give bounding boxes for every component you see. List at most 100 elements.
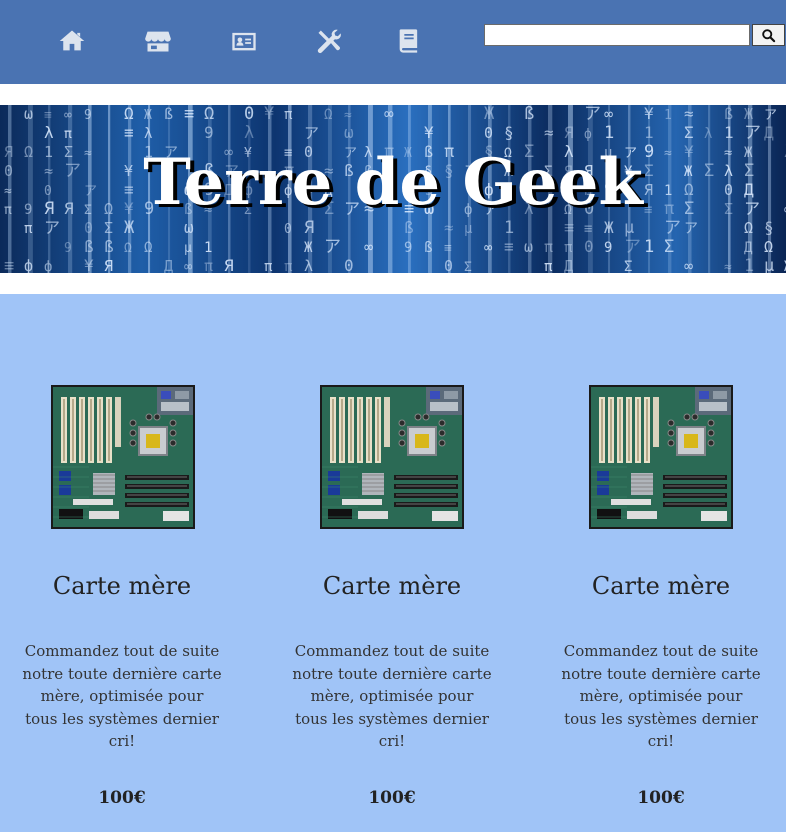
svg-text:≡: ≡	[4, 256, 14, 273]
svg-text:Ω: Ω	[124, 241, 132, 256]
product-description: Commandez tout de suite notre toute dern…	[22, 642, 222, 750]
svg-text:1: 1	[204, 240, 212, 256]
svg-text:≈: ≈	[444, 218, 454, 237]
svg-text:0: 0	[584, 237, 594, 256]
product-description: Commandez tout de suite notre toute dern…	[561, 642, 761, 750]
svg-text:Ж: Ж	[144, 108, 152, 123]
svg-text:Ω: Ω	[144, 240, 152, 256]
svg-text:∞: ∞	[484, 240, 493, 256]
svg-text:λ: λ	[704, 126, 712, 142]
svg-text:ß: ß	[164, 105, 173, 123]
svg-text:ア: ア	[764, 108, 777, 123]
svg-text:π: π	[64, 127, 72, 142]
svg-text:≡: ≡	[184, 105, 194, 124]
svg-text:ア: ア	[304, 124, 319, 142]
svg-text:Σ: Σ	[104, 219, 113, 237]
svg-text:≡: ≡	[124, 123, 134, 142]
svg-text:≡: ≡	[564, 218, 574, 238]
search-button[interactable]	[752, 24, 785, 46]
svg-text:9: 9	[204, 123, 214, 142]
svg-text:≈: ≈	[544, 123, 554, 142]
svg-text:ω: ω	[184, 218, 194, 237]
svg-text:¥: ¥	[644, 105, 654, 123]
svg-text:≈: ≈	[684, 105, 694, 123]
svg-text:ア: ア	[744, 123, 761, 143]
svg-text:Д: Д	[764, 123, 774, 142]
book-icon[interactable]	[394, 26, 424, 56]
motherboard-image	[51, 385, 195, 529]
svg-text:ア: ア	[684, 221, 698, 237]
svg-text:ф: ф	[584, 127, 592, 142]
site-title: Terre de Geek	[143, 145, 643, 220]
svg-text:π: π	[204, 257, 213, 273]
svg-text:0: 0	[484, 124, 493, 142]
store-icon[interactable]	[143, 26, 173, 56]
search-input[interactable]	[484, 24, 750, 46]
svg-text:9: 9	[84, 108, 92, 123]
svg-text:π: π	[544, 238, 553, 256]
svg-text:π: π	[564, 240, 573, 256]
svg-text:0: 0	[244, 105, 254, 124]
hero-banner: Я 0 ≈ π ≡ ω Ω 9 π ф ≡ λ 1 ≈0 Я ア ф ∞ π Σ ア Я 9 9 ≈ ア Σ 0 ß ¥ Ω Σß Я Ω ≡ ¥ ≡ ¥…	[0, 105, 786, 273]
home-icon[interactable]	[57, 26, 87, 56]
svg-text:λ: λ	[244, 123, 254, 143]
svg-text:§: §	[764, 218, 774, 237]
svg-text:ω: ω	[24, 105, 33, 123]
svg-text:Ω: Ω	[764, 238, 773, 256]
svg-text:ア: ア	[324, 237, 341, 257]
svg-text:ア: ア	[584, 105, 601, 124]
svg-text:1: 1	[724, 123, 734, 142]
svg-text:∞: ∞	[604, 105, 613, 123]
svg-text:Ж: Ж	[604, 218, 614, 237]
svg-text:Д: Д	[164, 257, 173, 273]
svg-text:ф: ф	[44, 259, 52, 273]
svg-text:Я: Я	[104, 257, 113, 273]
svg-text:ф: ф	[24, 257, 33, 273]
svg-text:≡: ≡	[444, 241, 452, 256]
svg-text:λ: λ	[304, 257, 313, 273]
svg-text:Я: Я	[224, 256, 234, 273]
product-card[interactable]: Carte mère Commandez tout de suite notre…	[551, 294, 771, 832]
svg-text:ß: ß	[104, 237, 114, 256]
svg-text:ß: ß	[424, 240, 432, 256]
svg-text:ア: ア	[664, 218, 681, 238]
top-nav	[0, 0, 786, 84]
svg-text:ア: ア	[624, 237, 641, 257]
product-section: Carte mère Commandez tout de suite notre…	[0, 294, 786, 832]
svg-text:9: 9	[404, 240, 412, 256]
contact-card-icon[interactable]	[229, 26, 259, 56]
product-price: 100€	[637, 788, 685, 808]
svg-text:1: 1	[744, 256, 754, 273]
svg-text:ß: ß	[84, 237, 94, 256]
svg-text:Ж: Ж	[484, 105, 495, 124]
svg-text:Σ: Σ	[624, 259, 632, 273]
product-price: 100€	[98, 788, 146, 808]
product-card[interactable]: Carte mère Commandez tout de suite notre…	[282, 294, 502, 832]
svg-text:1: 1	[504, 218, 514, 238]
svg-text:0: 0	[84, 219, 93, 237]
svg-text:Σ: Σ	[664, 237, 674, 257]
svg-text:Я: Я	[564, 123, 574, 142]
svg-text:∞: ∞	[64, 108, 72, 123]
svg-text:Σ: Σ	[684, 123, 694, 142]
product-card[interactable]: Carte mère Commandez tout de suite notre…	[12, 294, 232, 832]
svg-text:≡: ≡	[584, 221, 592, 237]
svg-text:≡: ≡	[504, 237, 514, 256]
tools-icon[interactable]	[314, 26, 344, 56]
svg-text:ß: ß	[524, 105, 534, 124]
svg-text:Ω: Ω	[744, 219, 753, 237]
svg-text:0: 0	[284, 222, 292, 237]
svg-text:1: 1	[644, 123, 654, 142]
svg-text:∞: ∞	[384, 105, 394, 123]
svg-text:0: 0	[444, 257, 453, 273]
svg-text:ω: ω	[344, 123, 354, 142]
svg-text:¥: ¥	[424, 123, 434, 142]
svg-text:Σ: Σ	[464, 260, 472, 273]
svg-text:≈: ≈	[724, 260, 732, 273]
svg-text:λ: λ	[144, 126, 152, 142]
motherboard-image	[320, 385, 464, 529]
svg-text:∞: ∞	[364, 238, 373, 256]
svg-text:ß: ß	[404, 218, 414, 237]
product-title: Carte mère	[322, 572, 462, 600]
svg-text:π: π	[24, 221, 33, 237]
